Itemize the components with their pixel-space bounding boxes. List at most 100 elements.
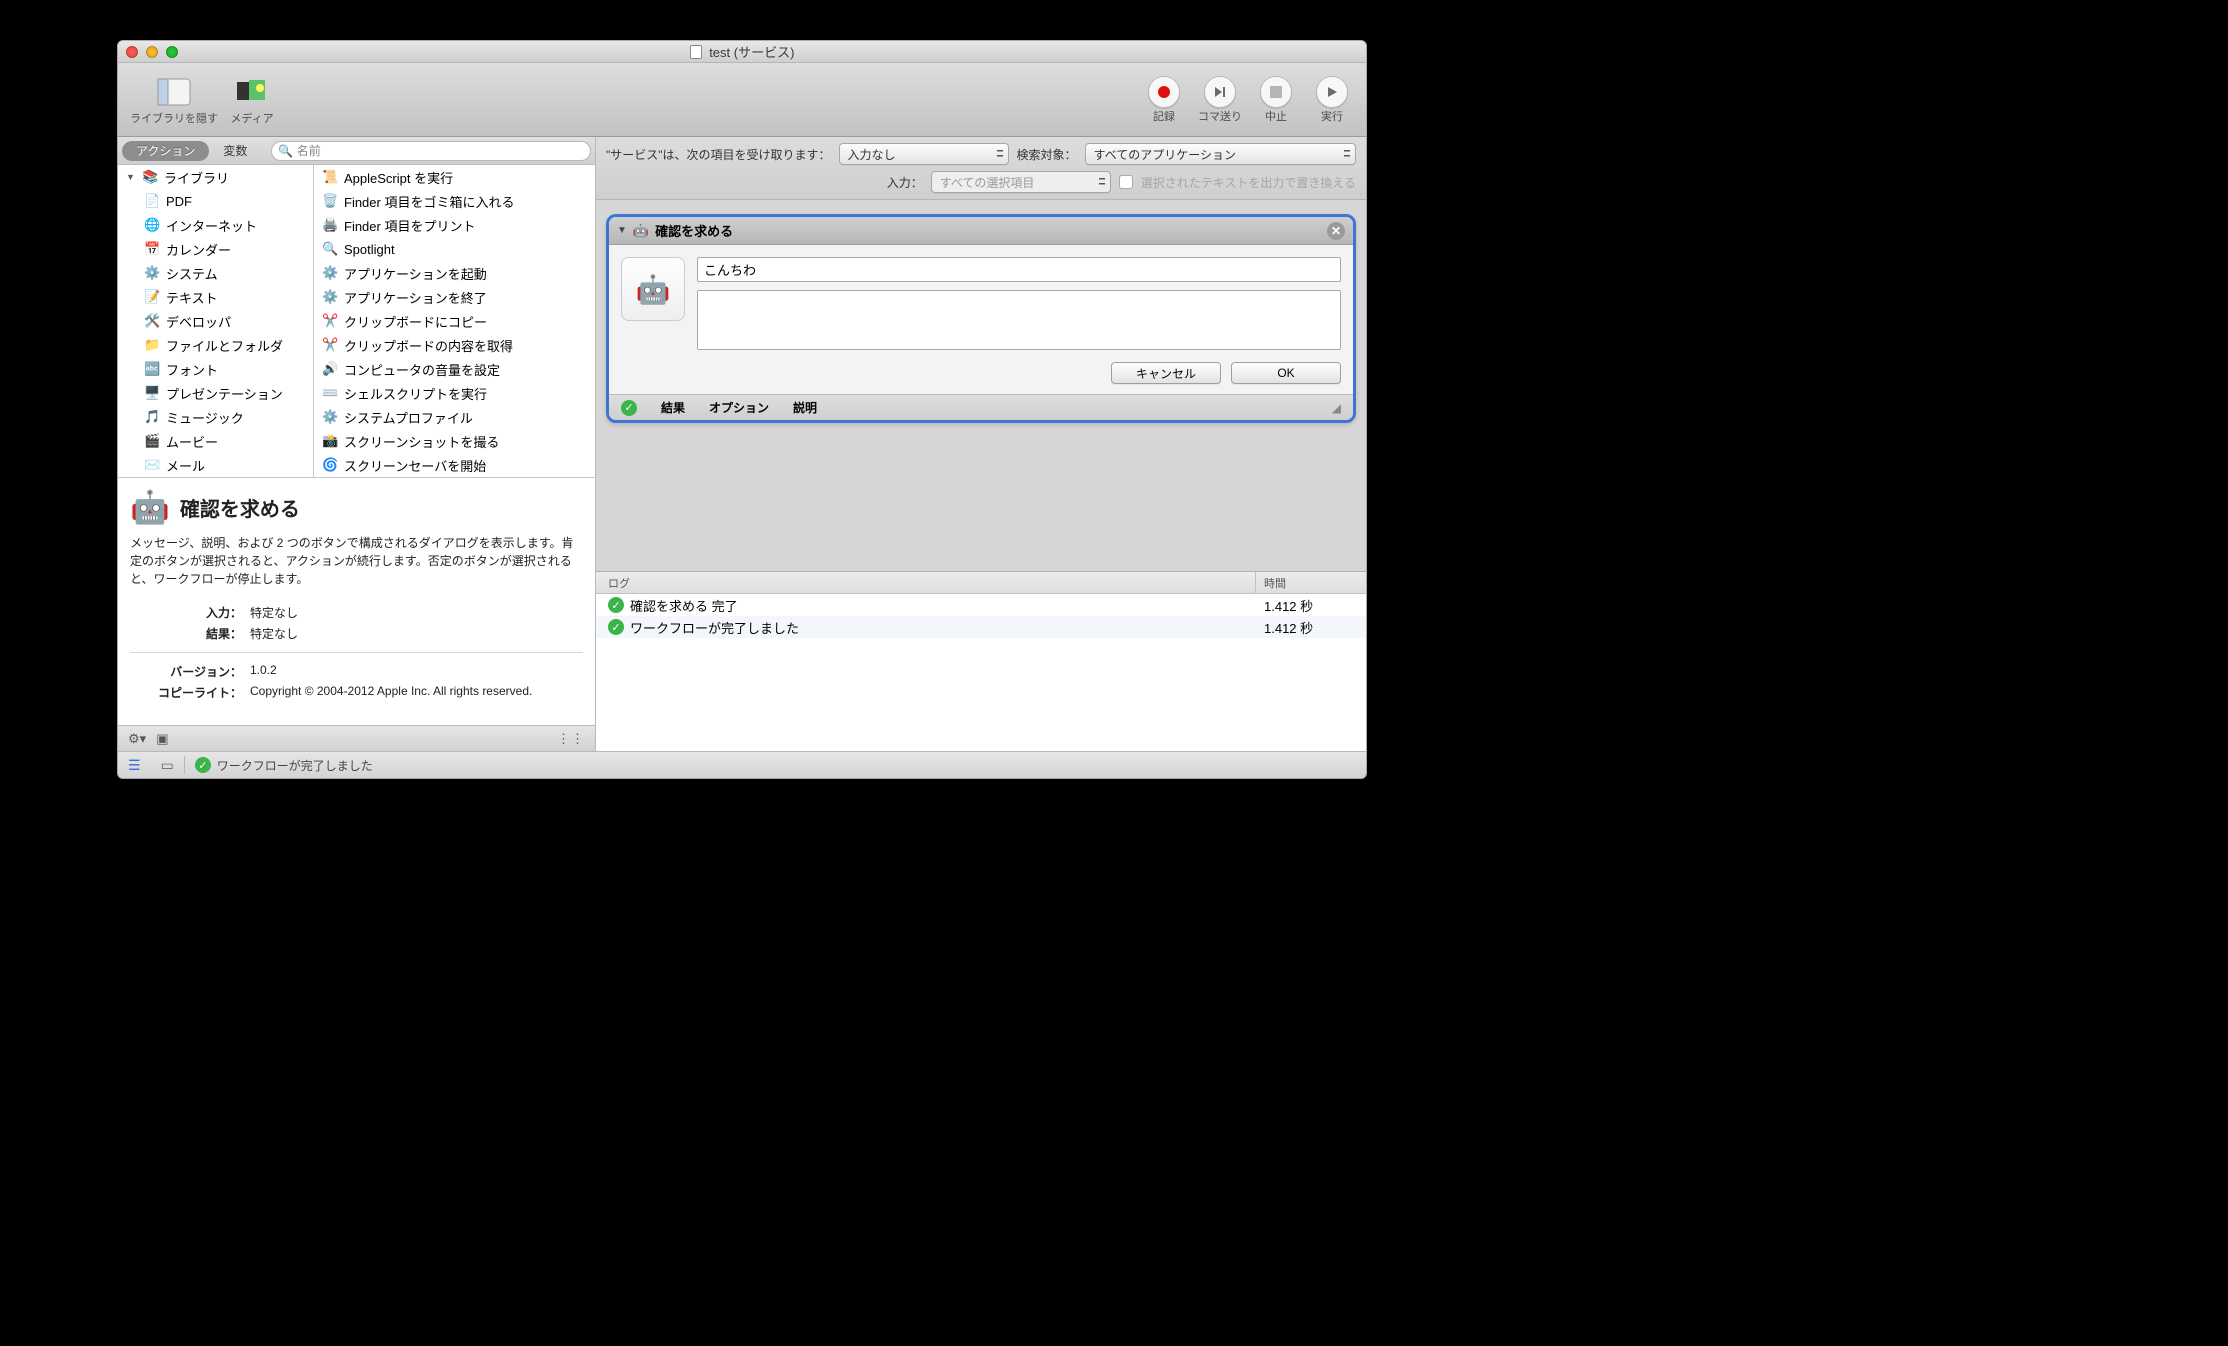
- action-item[interactable]: ✂️クリップボードにコピー: [314, 309, 595, 333]
- tab-actions[interactable]: アクション: [122, 141, 209, 161]
- log-message: 確認を求める 完了: [630, 596, 738, 615]
- library-root[interactable]: ▼ 📚 ライブラリ: [118, 165, 313, 189]
- category-icon: 🔤: [144, 361, 160, 377]
- popup-value: すべてのアプリケーション: [1094, 146, 1236, 163]
- action-item[interactable]: ⚙️アプリケーションを起動: [314, 261, 595, 285]
- tab-results[interactable]: 結果: [661, 399, 685, 416]
- collapse-icon[interactable]: ▣: [156, 731, 168, 747]
- action-item[interactable]: 🔊コンピュータの音量を設定: [314, 357, 595, 381]
- meta-value: 特定なし: [250, 625, 583, 642]
- action-item[interactable]: 🖨️Finder 項目をプリント: [314, 213, 595, 237]
- log-row[interactable]: ✓ワークフローが完了しました1.412 秒: [596, 616, 1366, 638]
- flow-view-icon[interactable]: ▭: [161, 757, 174, 774]
- category-item[interactable]: 🌐インターネット: [118, 213, 313, 237]
- action-card-ask-confirm: ▼ 🤖 確認を求める ✕ 🤖 キャンセル OK: [606, 214, 1356, 423]
- category-item[interactable]: ✉️メール: [118, 453, 313, 477]
- service-search-popup[interactable]: すべてのアプリケーション: [1085, 143, 1356, 165]
- library-browser: ▼ 📚 ライブラリ 📄PDF🌐インターネット📅カレンダー⚙️システム📝テキスト🛠…: [118, 165, 595, 478]
- action-card-header[interactable]: ▼ 🤖 確認を求める ✕: [609, 217, 1353, 245]
- action-label: スクリーンセーバを開始: [344, 456, 486, 475]
- log-row[interactable]: ✓ 確認を求める 完了 1.412 秒: [596, 594, 1366, 616]
- log-time: 1.412 秒: [1256, 596, 1366, 615]
- category-item[interactable]: 📄PDF: [118, 189, 313, 213]
- action-remove-button[interactable]: ✕: [1327, 222, 1345, 240]
- action-icon: ⌨️: [322, 385, 338, 401]
- category-item[interactable]: 🖥️プレゼンテーション: [118, 381, 313, 405]
- action-item[interactable]: ⚙️システムプロファイル: [314, 405, 595, 429]
- close-button[interactable]: [126, 46, 138, 58]
- toolbar-media[interactable]: メディア: [230, 74, 274, 126]
- action-icon: 📜: [322, 169, 338, 185]
- toolbar-label: 実行: [1321, 108, 1343, 124]
- category-item[interactable]: 📅カレンダー: [118, 237, 313, 261]
- action-item[interactable]: ⚙️アプリケーションを終了: [314, 285, 595, 309]
- category-item[interactable]: 🎵ミュージック: [118, 405, 313, 429]
- log-header-time[interactable]: 時間: [1256, 572, 1366, 593]
- zoom-button[interactable]: [166, 46, 178, 58]
- category-item[interactable]: 📝テキスト: [118, 285, 313, 309]
- disclosure-triangle-icon[interactable]: ▼: [617, 225, 627, 236]
- action-icon: ✂️: [322, 337, 338, 353]
- action-label: AppleScript を実行: [344, 168, 453, 187]
- status-text: ワークフローが完了しました: [217, 757, 373, 774]
- library-icon: 📚: [142, 169, 158, 185]
- toolbar-step[interactable]: コマ送り: [1198, 76, 1242, 124]
- service-bar: "サービス"は、次の項目を受け取ります： 入力なし 検索対象： すべてのアプリケ…: [596, 137, 1366, 200]
- action-item[interactable]: 🔍Spotlight: [314, 237, 595, 261]
- category-item[interactable]: ⚙️システム: [118, 261, 313, 285]
- description-input[interactable]: [697, 290, 1341, 350]
- workflow-panel: "サービス"は、次の項目を受け取ります： 入力なし 検索対象： すべてのアプリケ…: [596, 137, 1366, 751]
- toolbar-record[interactable]: 記録: [1142, 76, 1186, 124]
- action-label: アプリケーションを終了: [344, 288, 487, 307]
- service-receives-popup[interactable]: 入力なし: [839, 143, 1009, 165]
- message-input[interactable]: [697, 257, 1341, 282]
- action-item[interactable]: 📸スクリーンショットを撮る: [314, 429, 595, 453]
- grip-icon[interactable]: ⋮⋮: [557, 731, 585, 747]
- list-view-icon[interactable]: ☰: [128, 757, 141, 774]
- toolbar: ライブラリを隠す メディア 記録 コマ送り: [118, 63, 1366, 137]
- category-icon: 📅: [144, 241, 160, 257]
- check-icon: ✓: [608, 597, 624, 613]
- action-item[interactable]: 📜 AppleScript を実行: [314, 165, 595, 189]
- toolbar-stop[interactable]: 中止: [1254, 76, 1298, 124]
- category-item[interactable]: 📁ファイルとフォルダ: [118, 333, 313, 357]
- traffic-lights: [126, 46, 178, 58]
- action-label: Finder 項目をゴミ箱に入れる: [344, 192, 514, 211]
- category-item[interactable]: 🔤フォント: [118, 357, 313, 381]
- log-body: ✓ 確認を求める 完了 1.412 秒✓ワークフローが完了しました1.412 秒: [596, 594, 1366, 638]
- tab-variables[interactable]: 変数: [209, 141, 261, 161]
- cancel-button[interactable]: キャンセル: [1111, 362, 1221, 384]
- toolbar-label: 記録: [1153, 108, 1175, 124]
- log-header-message[interactable]: ログ: [596, 572, 1256, 593]
- check-icon: ✓: [621, 400, 637, 416]
- resize-grip-icon[interactable]: ◢: [1332, 401, 1341, 415]
- category-item[interactable]: 🎬ムービー: [118, 429, 313, 453]
- category-icon: 🛠️: [144, 313, 160, 329]
- action-item[interactable]: 🗑️Finder 項目をゴミ箱に入れる: [314, 189, 595, 213]
- action-item[interactable]: ⌨️シェルスクリプトを実行: [314, 381, 595, 405]
- action-icon: 🔊: [322, 361, 338, 377]
- main-area: アクション 変数 🔍 名前 ▼ 📚 ライブラリ 📄PDF🌐インターネット📅カレン…: [118, 137, 1366, 752]
- search-input[interactable]: 🔍 名前: [271, 141, 591, 161]
- workflow-workspace[interactable]: ▼ 🤖 確認を求める ✕ 🤖 キャンセル OK: [596, 200, 1366, 571]
- action-item[interactable]: ✂️クリップボードの内容を取得: [314, 333, 595, 357]
- category-item[interactable]: 🛠️デベロッパ: [118, 309, 313, 333]
- tab-description[interactable]: 説明: [793, 399, 817, 416]
- tab-options[interactable]: オプション: [709, 399, 769, 416]
- ok-button[interactable]: OK: [1231, 362, 1341, 384]
- replace-checkbox: [1119, 175, 1133, 189]
- action-icon: 📸: [322, 433, 338, 449]
- toolbar-hide-library[interactable]: ライブラリを隠す: [130, 74, 218, 126]
- minimize-button[interactable]: [146, 46, 158, 58]
- category-list[interactable]: ▼ 📚 ライブラリ 📄PDF🌐インターネット📅カレンダー⚙️システム📝テキスト🛠…: [118, 165, 314, 477]
- category-label: インターネット: [166, 216, 257, 235]
- toolbar-run[interactable]: 実行: [1310, 76, 1354, 124]
- titlebar: test (サービス): [118, 41, 1366, 63]
- disclosure-triangle-icon[interactable]: ▼: [126, 172, 136, 182]
- actions-list[interactable]: 📜 AppleScript を実行 🗑️Finder 項目をゴミ箱に入れる🖨️Fin…: [314, 165, 595, 477]
- action-icon: 🔍: [322, 241, 338, 257]
- gear-icon[interactable]: ⚙︎▾: [128, 731, 146, 747]
- category-label: ファイルとフォルダ: [166, 336, 283, 355]
- action-item[interactable]: 🌀スクリーンセーバを開始: [314, 453, 595, 477]
- action-icon: ⚙️: [322, 409, 338, 425]
